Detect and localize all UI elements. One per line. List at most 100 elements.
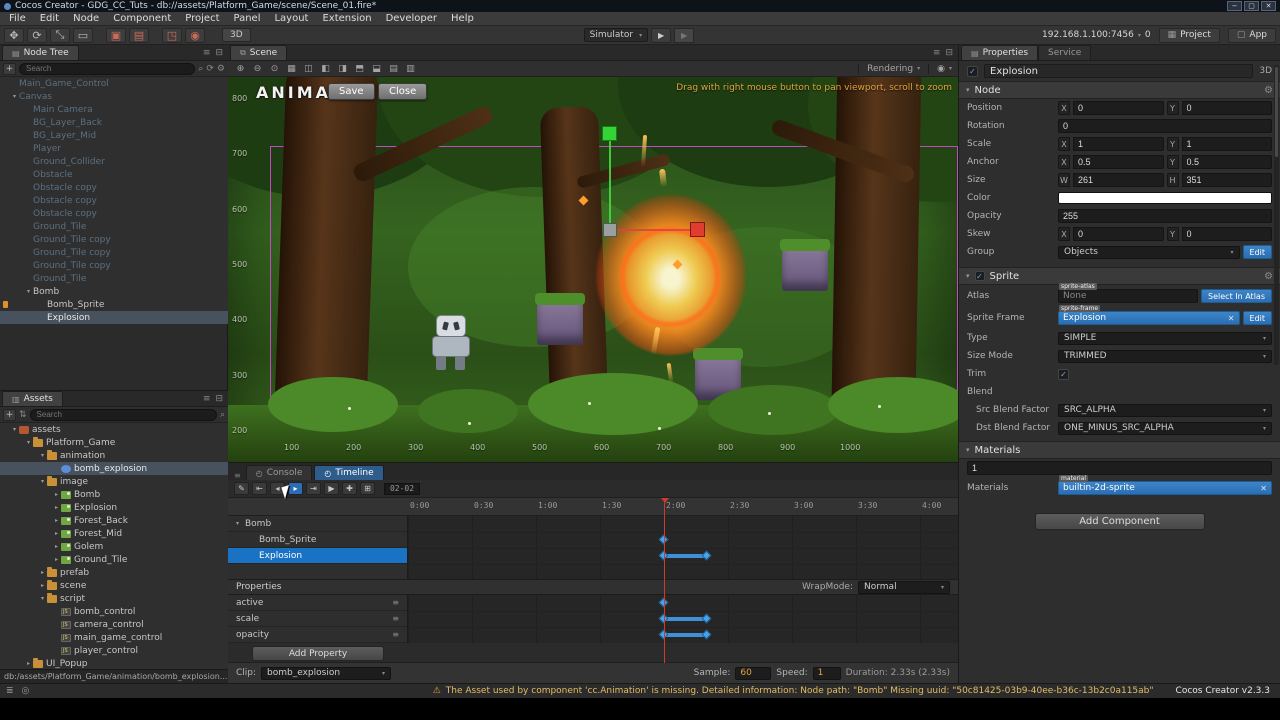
tree-item[interactable]: ▾ Bomb bbox=[0, 285, 228, 298]
opacity-input[interactable] bbox=[1058, 209, 1272, 223]
asset-item[interactable]: ▸ Ground_Tile bbox=[0, 553, 228, 566]
clip-dropdown[interactable]: bomb_explosion ▾ bbox=[261, 666, 392, 680]
create-asset-button[interactable]: + bbox=[3, 408, 16, 421]
tab-service[interactable]: Service bbox=[1038, 45, 1092, 60]
asset-item[interactable]: ▸ Explosion bbox=[0, 501, 228, 514]
anchor-x-input[interactable] bbox=[1073, 155, 1164, 169]
scale-y-input[interactable] bbox=[1181, 137, 1272, 151]
menu-item[interactable]: Node bbox=[66, 13, 106, 24]
3d-toggle-button[interactable]: 3D bbox=[222, 28, 251, 42]
collapse-icon[interactable]: ▾ bbox=[966, 272, 970, 280]
caret-icon[interactable]: ▸ bbox=[52, 517, 61, 524]
minimize-button[interactable]: − bbox=[1227, 1, 1242, 11]
transport-button[interactable]: ⇤ bbox=[252, 482, 267, 495]
target-icon[interactable]: ◎ bbox=[22, 686, 30, 696]
create-node-button[interactable]: + bbox=[3, 62, 16, 75]
group-edit-button[interactable]: Edit bbox=[1242, 245, 1272, 259]
size-w-input[interactable] bbox=[1073, 173, 1164, 187]
size-h-input[interactable] bbox=[1181, 173, 1272, 187]
menu-item[interactable]: Edit bbox=[33, 13, 66, 24]
toolbar-tool-icon[interactable]: ▣ bbox=[106, 27, 126, 43]
tree-item[interactable]: Obstacle copy bbox=[0, 207, 228, 220]
caret-icon[interactable]: ▾ bbox=[24, 288, 33, 295]
collapse-icon[interactable]: ▾ bbox=[966, 446, 970, 454]
sprite-frame-edit-button[interactable]: Edit bbox=[1242, 311, 1272, 325]
caret-icon[interactable]: ▾ bbox=[38, 452, 47, 459]
timeline-ruler[interactable]: 0:00 0:30 1:00 1:30 2:00 2:30 3:00 3:30 4:00 bbox=[228, 498, 958, 516]
asset-item[interactable]: ▾ assets bbox=[0, 423, 228, 436]
rendering-dropdown[interactable]: Rendering ▾ bbox=[867, 64, 920, 74]
caret-icon[interactable]: ▾ bbox=[38, 478, 47, 485]
caret-icon[interactable]: ▸ bbox=[52, 543, 61, 550]
property-menu-icon[interactable]: ≡ bbox=[392, 614, 399, 623]
open-app-button[interactable]: ▢ App bbox=[1227, 27, 1276, 43]
scene-viewport[interactable]: 800 700 600 500 400 300 200 100 200 300 400 500 600… bbox=[228, 77, 958, 463]
clear-icon[interactable]: ✕ bbox=[1228, 314, 1235, 323]
tree-item[interactable]: Obstacle copy bbox=[0, 181, 228, 194]
toolbar-tool-icon[interactable]: ◳ bbox=[162, 27, 182, 43]
gizmo-center-handle[interactable] bbox=[603, 223, 617, 237]
menu-item[interactable]: Help bbox=[444, 13, 481, 24]
log-icon[interactable]: ≣ bbox=[6, 686, 14, 696]
camera-view-dropdown[interactable]: ◉ ▾ bbox=[937, 64, 952, 74]
src-blend-dropdown[interactable]: SRC_ALPHA ▾ bbox=[1058, 403, 1272, 417]
scene-tool-icon[interactable]: ▤ bbox=[387, 64, 400, 74]
caret-icon[interactable]: ▸ bbox=[52, 530, 61, 537]
asset-item[interactable]: ▸ scene bbox=[0, 579, 228, 592]
tree-item[interactable]: Ground_Tile copy bbox=[0, 246, 228, 259]
caret-icon[interactable]: ▸ bbox=[52, 556, 61, 563]
open-project-button[interactable]: ▦ Project bbox=[1158, 27, 1220, 43]
menu-item[interactable]: Developer bbox=[379, 13, 444, 24]
play-button[interactable]: ▶ bbox=[651, 27, 672, 43]
search-icon[interactable]: ⌕ bbox=[220, 410, 225, 420]
scene-tool-icon[interactable]: ⊙ bbox=[268, 64, 281, 74]
tab-scene[interactable]: ⧉ Scene bbox=[230, 45, 288, 60]
transport-button[interactable]: ⊞ bbox=[360, 482, 375, 495]
timeline-tab[interactable]: ◴ Console bbox=[245, 465, 313, 480]
asset-item[interactable]: ▾ Platform_Game bbox=[0, 436, 228, 449]
inspector-scrollbar[interactable] bbox=[1274, 65, 1279, 365]
close-button[interactable]: Close bbox=[378, 83, 428, 100]
close-button[interactable]: ✕ bbox=[1261, 1, 1276, 11]
material-field[interactable]: builtin-2d-sprite ✕ bbox=[1058, 481, 1272, 495]
current-frame-display[interactable]: 02-02 bbox=[384, 482, 420, 495]
tree-item[interactable]: Bomb_Sprite bbox=[0, 298, 228, 311]
materials-section-header[interactable]: ▾ Materials bbox=[959, 441, 1280, 459]
tab-node-tree[interactable]: ▤ Node Tree bbox=[2, 45, 79, 60]
asset-item[interactable]: ▸ Forest_Mid bbox=[0, 527, 228, 540]
menu-item[interactable]: Component bbox=[106, 13, 178, 24]
gear-icon[interactable]: ⚙ bbox=[1264, 271, 1273, 282]
asset-item[interactable]: bomb_control bbox=[0, 605, 228, 618]
asset-item[interactable]: bomb_explosion bbox=[0, 462, 228, 475]
title-bar[interactable]: Cocos Creator - GDG_CC_Tuts - db://asset… bbox=[0, 0, 1280, 12]
scene-tool-icon[interactable]: ⊖ bbox=[251, 64, 264, 74]
timeline-property[interactable]: active ≡ bbox=[228, 595, 407, 611]
position-x-input[interactable] bbox=[1073, 101, 1164, 115]
tree-item[interactable]: Ground_Tile copy bbox=[0, 259, 228, 272]
scene-tool-icon[interactable]: ▥ bbox=[404, 64, 417, 74]
trim-checkbox[interactable]: ✓ bbox=[1058, 368, 1069, 380]
menu-item[interactable]: Layout bbox=[267, 13, 315, 24]
panel-layout-icon[interactable]: ⊟ bbox=[215, 394, 223, 404]
tree-item[interactable]: Obstacle bbox=[0, 168, 228, 181]
position-y-input[interactable] bbox=[1181, 101, 1272, 115]
scene-tool-icon[interactable]: ▦ bbox=[285, 64, 298, 74]
group-dropdown[interactable]: Objects ▾ bbox=[1058, 245, 1240, 259]
sprite-enabled-checkbox[interactable]: ✓ bbox=[974, 271, 985, 281]
node-active-checkbox[interactable]: ✓ bbox=[967, 65, 978, 77]
tree-item[interactable]: Main Camera bbox=[0, 103, 228, 116]
scale-x-input[interactable] bbox=[1073, 137, 1164, 151]
toolbar-tool-icon[interactable]: ⤡ bbox=[50, 27, 70, 43]
toolbar-tool-icon[interactable]: ▭ bbox=[73, 27, 93, 43]
caret-icon[interactable]: ▾ bbox=[10, 426, 19, 433]
toolbar-tool-icon[interactable]: ⟳ bbox=[27, 27, 47, 43]
asset-item[interactable]: ▾ image bbox=[0, 475, 228, 488]
asset-item[interactable]: ▸ Golem bbox=[0, 540, 228, 553]
caret-icon[interactable]: ▸ bbox=[38, 582, 47, 589]
panel-menu-icon[interactable]: ≡ bbox=[203, 394, 211, 404]
panel-grip-icon[interactable]: ≡ bbox=[234, 471, 241, 480]
property-menu-icon[interactable]: ≡ bbox=[392, 630, 399, 639]
asset-item[interactable]: player_control bbox=[0, 644, 228, 657]
dst-blend-dropdown[interactable]: ONE_MINUS_SRC_ALPHA ▾ bbox=[1058, 421, 1272, 435]
add-component-button[interactable]: Add Component bbox=[1034, 513, 1205, 530]
